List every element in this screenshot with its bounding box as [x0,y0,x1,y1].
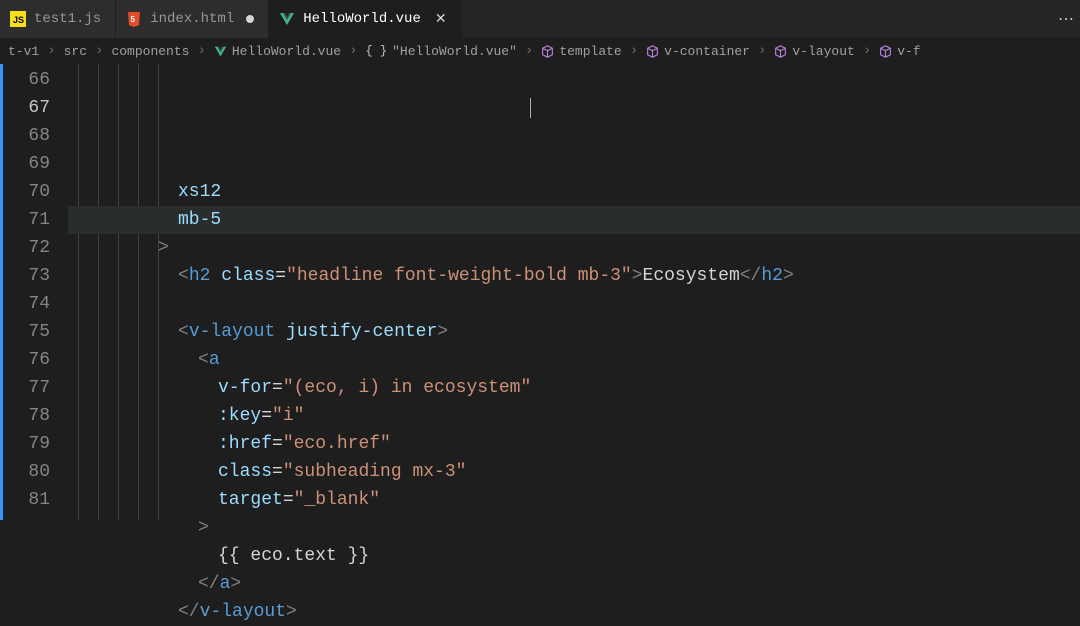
breadcrumb-label: template [559,44,621,59]
code-line[interactable]: mb-5 [68,206,1080,234]
code-line[interactable]: <v-layout justify-center> [68,318,1080,346]
line-number: 79 [0,430,50,458]
tab-overflow-button[interactable]: ⋯ [1052,0,1080,38]
tab-test1-js[interactable]: JS test1.js [0,0,116,38]
breadcrumb-label: v-f [897,44,920,59]
cube-icon [646,45,659,58]
svg-text:5: 5 [131,15,136,24]
text-cursor-icon [530,98,531,118]
tab-helloworld-vue[interactable]: HelloWorld.vue ✕ [269,0,461,38]
code-line[interactable]: <h2 class="headline font-weight-bold mb-… [68,262,1080,290]
chevron-right-icon: › [521,43,537,59]
line-number: 74 [0,290,50,318]
code-line[interactable]: </v-layout> [68,598,1080,626]
vue-icon [214,45,227,58]
ellipsis-icon: ⋯ [1058,9,1074,29]
line-number: 80 [0,458,50,486]
breadcrumb-item[interactable]: v-container [646,44,750,59]
breadcrumb-item[interactable]: { } "HelloWorld.vue" [365,44,516,59]
breadcrumb-label: t-v1 [8,44,39,59]
breadcrumb-item[interactable]: template [541,44,621,59]
code-line[interactable]: target="_blank" [68,486,1080,514]
tab-label: test1.js [34,11,101,27]
breadcrumb-item[interactable]: t-v1 [8,44,39,59]
code-line[interactable]: > [68,514,1080,542]
line-number: 66 [0,66,50,94]
code-line[interactable]: {{ eco.text }} [68,542,1080,570]
line-number: 78 [0,402,50,430]
chevron-right-icon: › [626,43,642,59]
breadcrumb-label: src [64,44,87,59]
editor-tabs-bar: JS test1.js 5 index.html HelloWorld.vue … [0,0,1080,38]
breadcrumb-item[interactable]: v-layout [774,44,854,59]
chevron-right-icon: › [91,43,107,59]
chevron-right-icon: › [754,43,770,59]
breadcrumb-item[interactable]: src [64,44,87,59]
code-editor[interactable]: 66676869707172737475767778798081 xs12mb-… [0,64,1080,520]
line-number: 72 [0,234,50,262]
line-number: 67 [0,94,50,122]
chevron-right-icon: › [345,43,361,59]
cube-icon [774,45,787,58]
line-number: 77 [0,374,50,402]
line-number: 71 [0,206,50,234]
breadcrumb-label: v-layout [792,44,854,59]
line-number: 81 [0,486,50,514]
js-icon: JS [10,11,26,27]
breadcrumb[interactable]: t-v1 › src › components › HelloWorld.vue › { } "H… [0,38,1080,64]
line-number: 73 [0,262,50,290]
line-number: 76 [0,346,50,374]
code-line[interactable] [68,290,1080,318]
line-number: 70 [0,178,50,206]
line-number: 75 [0,318,50,346]
breadcrumb-item[interactable]: HelloWorld.vue [214,44,341,59]
line-number: 69 [0,150,50,178]
breadcrumb-item[interactable]: components [111,44,189,59]
cube-icon [541,45,554,58]
cube-icon [879,45,892,58]
breadcrumb-label: components [111,44,189,59]
braces-icon: { } [365,44,387,58]
svg-text:JS: JS [13,15,24,25]
line-number: 68 [0,122,50,150]
breadcrumb-label: "HelloWorld.vue" [392,44,517,59]
code-line[interactable]: class="subheading mx-3" [68,458,1080,486]
breadcrumb-label: v-container [664,44,750,59]
code-area[interactable]: xs12mb-5><h2 class="headline font-weight… [68,64,1080,520]
tab-label: index.html [150,11,234,27]
code-line[interactable]: <a [68,346,1080,374]
code-line[interactable]: </a> [68,570,1080,598]
chevron-right-icon: › [193,43,209,59]
dirty-indicator-icon [246,15,254,23]
tab-label: HelloWorld.vue [303,11,421,27]
html-icon: 5 [126,11,142,27]
tab-index-html[interactable]: 5 index.html [116,0,269,38]
breadcrumb-item[interactable]: v-f [879,44,920,59]
chevron-right-icon: › [43,43,59,59]
code-line[interactable]: > [68,234,1080,262]
tabs-spacer [462,0,1052,38]
code-line[interactable]: v-for="(eco, i) in ecosystem" [68,374,1080,402]
code-line[interactable]: xs12 [68,178,1080,206]
chevron-right-icon: › [859,43,875,59]
close-icon[interactable]: ✕ [435,11,447,28]
breadcrumb-label: HelloWorld.vue [232,44,341,59]
code-line[interactable]: :key="i" [68,402,1080,430]
code-line[interactable]: :href="eco.href" [68,430,1080,458]
vue-icon [279,11,295,27]
line-number-gutter: 66676869707172737475767778798081 [0,64,68,520]
